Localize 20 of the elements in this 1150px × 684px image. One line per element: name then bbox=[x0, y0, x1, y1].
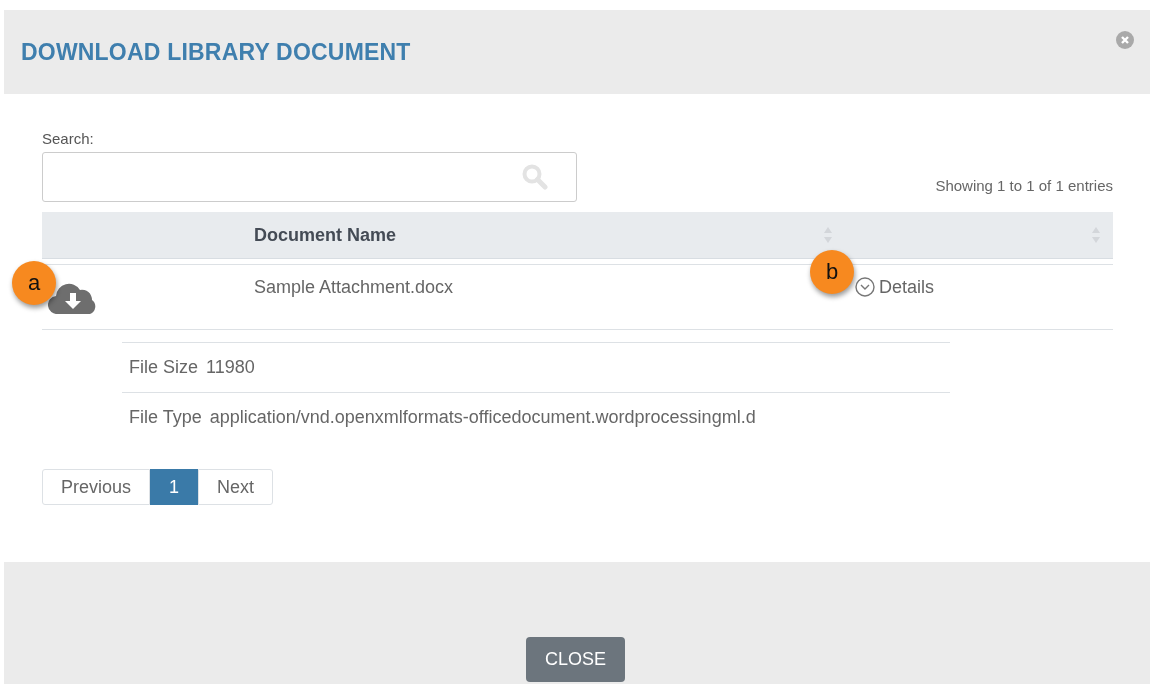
page-button[interactable]: 1 bbox=[150, 469, 199, 505]
search-label: Search: bbox=[42, 130, 95, 147]
next-button[interactable]: Next bbox=[198, 469, 274, 505]
chevron-circle-icon bbox=[855, 277, 875, 297]
column-header: Document Name bbox=[254, 224, 397, 246]
previous-button[interactable]: Previous bbox=[42, 469, 151, 505]
details-toggle[interactable]: Details bbox=[855, 276, 935, 298]
search-icon bbox=[522, 164, 548, 190]
callout-badge: b bbox=[810, 250, 854, 294]
detail-value: 11980 bbox=[206, 357, 255, 378]
close-button[interactable]: CLOSE bbox=[526, 637, 625, 682]
dialog-title: DOWNLOAD LIBRARY DOCUMENT bbox=[21, 38, 411, 66]
close-icon[interactable] bbox=[1116, 31, 1134, 49]
search-field[interactable] bbox=[42, 152, 577, 202]
detail-value: application/vnd.openxmlformats-officedocument.wordprocessingml.d bbox=[209, 407, 756, 428]
document-name: Sample Attachment.docx bbox=[254, 276, 454, 298]
callout-badge: a bbox=[12, 261, 56, 305]
detail-label: File Size bbox=[128, 357, 200, 378]
detail-label: File Type bbox=[128, 407, 203, 428]
entries-info: Showing 1 to 1 of 1 entries bbox=[935, 177, 1113, 194]
